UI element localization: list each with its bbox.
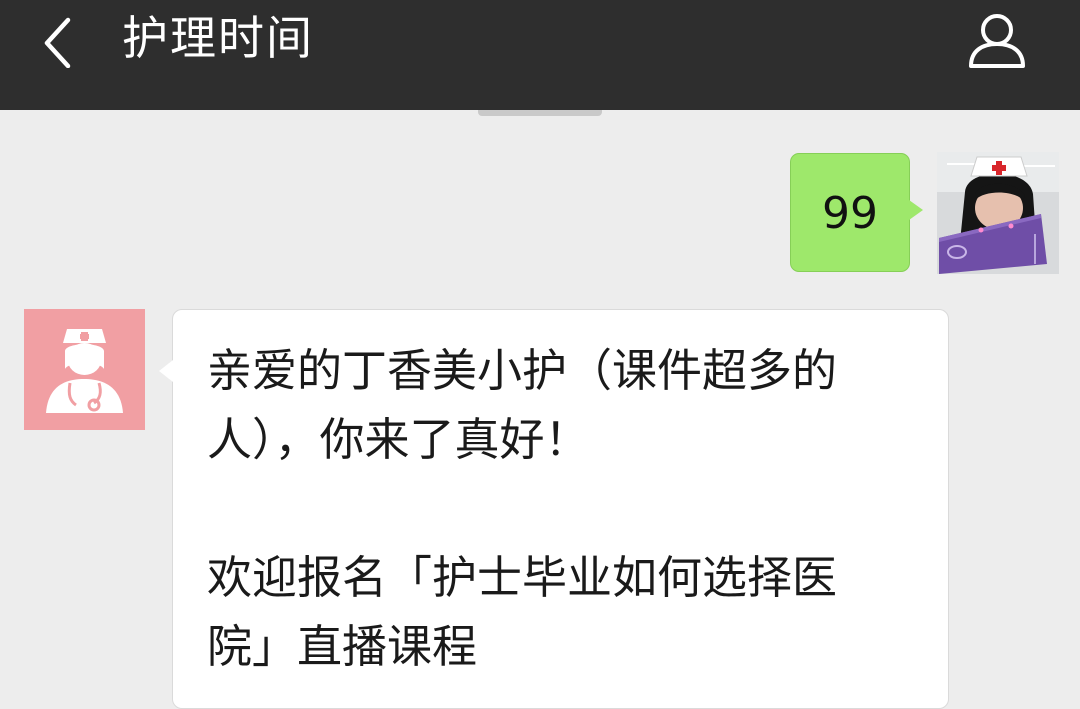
outgoing-message-text: 99 xyxy=(822,188,878,239)
chevron-left-icon xyxy=(44,17,71,69)
back-button[interactable] xyxy=(30,8,90,69)
pull-tab xyxy=(478,110,602,116)
chat-profile-button[interactable] xyxy=(962,6,1032,72)
incoming-message-bubble[interactable]: 亲爱的丁香美小护（课件超多的人），你来了真好！ 欢迎报名「护士毕业如何选择医院」… xyxy=(159,309,949,709)
top-bar: 护理时间 xyxy=(0,0,1080,110)
incoming-message-text: 亲爱的丁香美小护（课件超多的人），你来了真好！ 欢迎报名「护士毕业如何选择医院」… xyxy=(207,336,897,681)
sender-avatar[interactable] xyxy=(24,309,145,430)
message-paragraph: 欢迎报名「护士毕业如何选择医院」直播课程 xyxy=(207,551,838,673)
message-paragraph: 亲爱的丁香美小护（课件超多的人），你来了真好！ xyxy=(207,344,838,466)
self-avatar[interactable] xyxy=(937,152,1059,274)
nurse-icon xyxy=(24,309,145,430)
person-icon xyxy=(969,14,1025,68)
outgoing-message-bubble[interactable]: 99 xyxy=(790,153,923,272)
page-title: 护理时间 xyxy=(122,11,314,65)
